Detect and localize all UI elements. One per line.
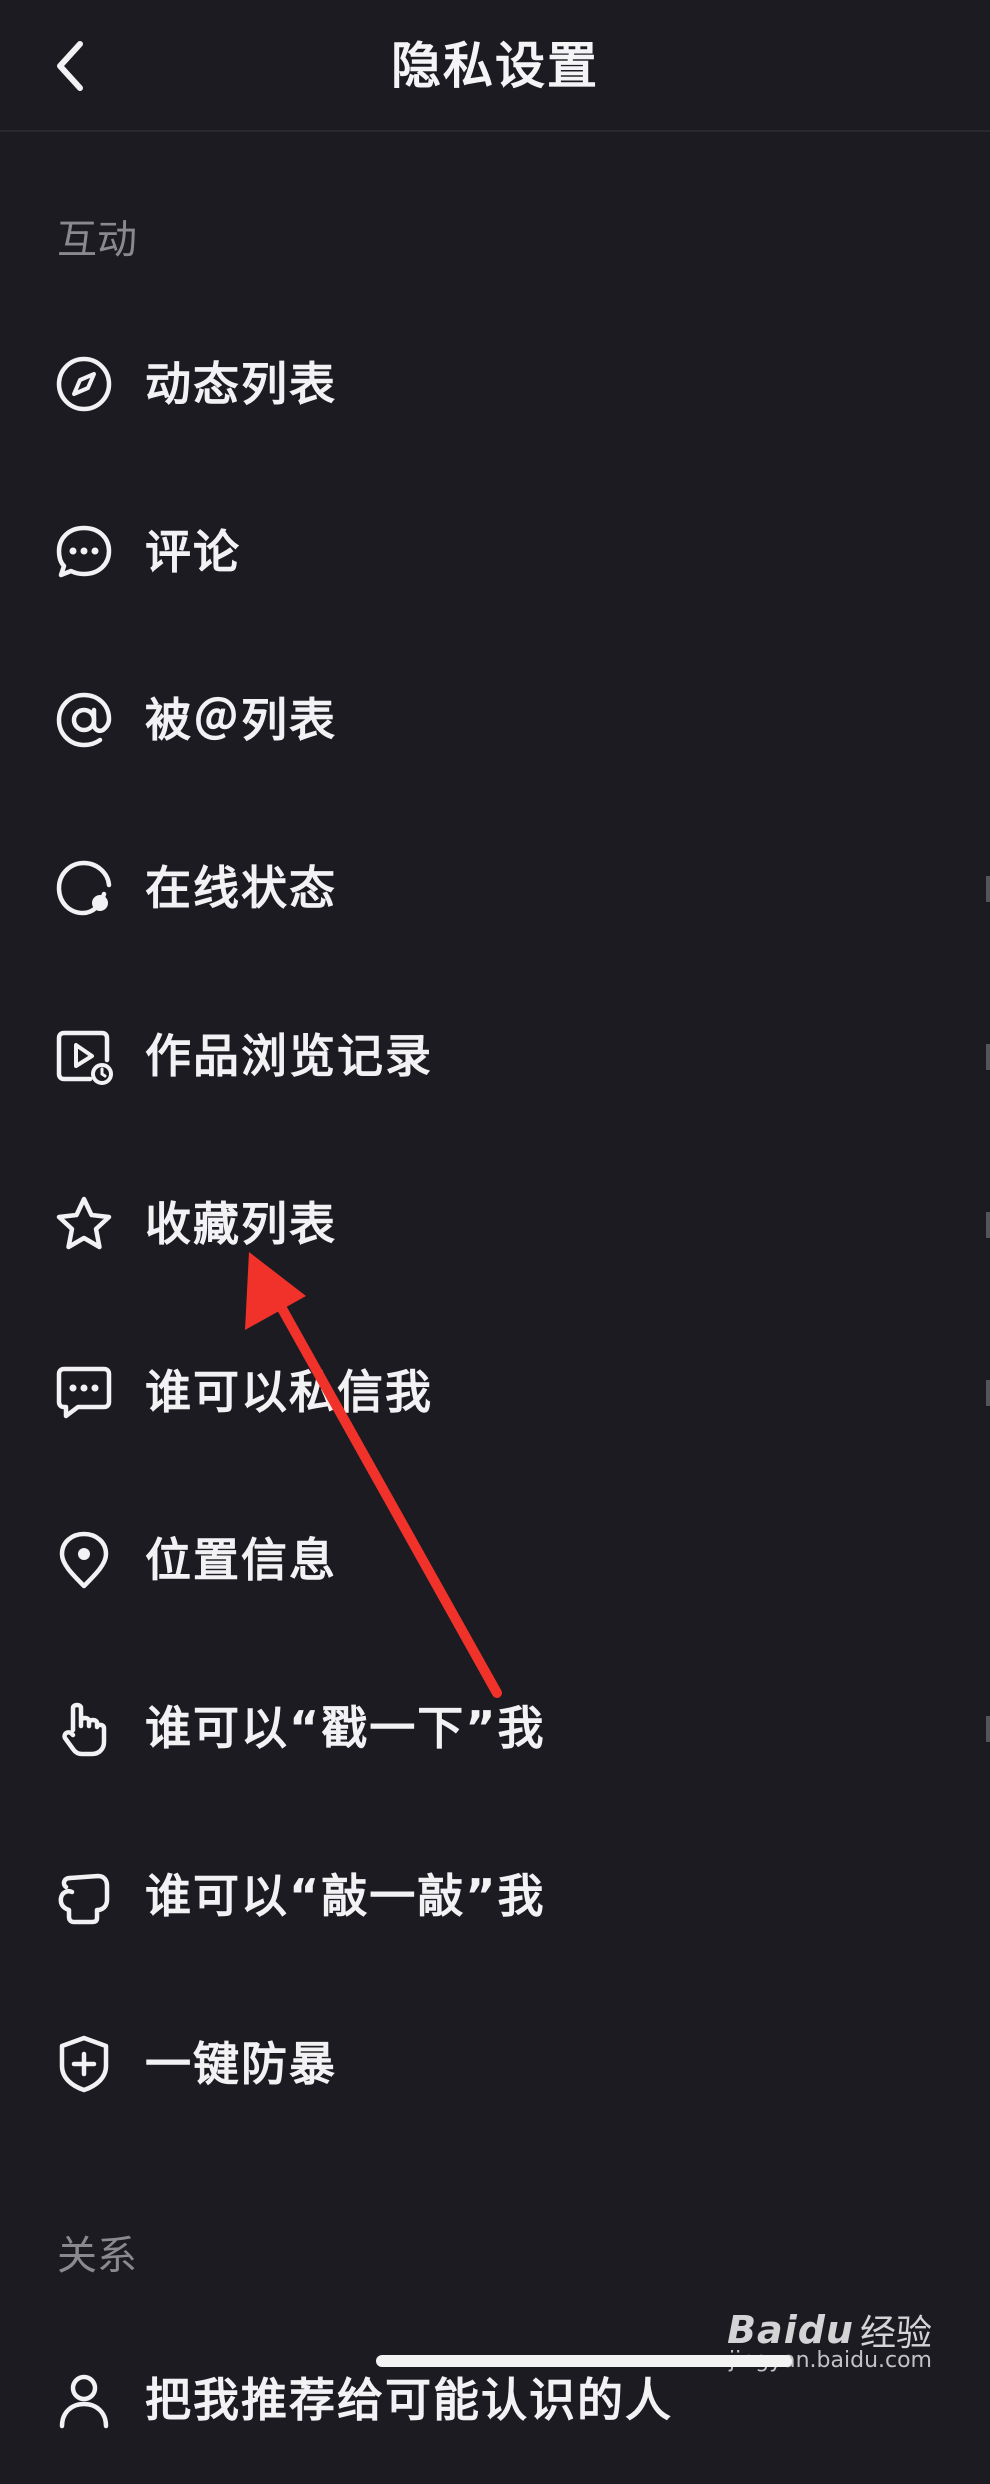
video-history-icon xyxy=(54,1026,114,1086)
compass-icon xyxy=(54,354,114,414)
setting-item-label: 谁可以“敲一敲”我 xyxy=(145,1869,546,1923)
setting-item-label: 位置信息 xyxy=(145,1533,337,1587)
setting-item-label: 谁可以“戳一下”我 xyxy=(145,1701,546,1755)
row-edge-indicator xyxy=(986,876,990,902)
section-title-relationships: 关系 xyxy=(57,2233,137,2279)
setting-item-view-history[interactable]: 作品浏览记录 xyxy=(0,972,990,1140)
setting-item-comments[interactable]: 评论 xyxy=(0,468,990,636)
setting-item-label: 被＠列表 xyxy=(145,693,337,747)
home-indicator[interactable] xyxy=(376,2355,792,2367)
chat-bubble-icon xyxy=(54,522,114,582)
row-edge-indicator xyxy=(986,1044,990,1070)
row-edge-indicator xyxy=(986,1212,990,1238)
setting-item-direct-message[interactable]: 谁可以私信我 xyxy=(0,1308,990,1476)
shield-plus-icon xyxy=(54,2034,114,2094)
setting-item-activity-list[interactable]: 动态列表 xyxy=(0,300,990,468)
setting-item-label: 一键防暴 xyxy=(145,2037,337,2091)
watermark-logo: Baidu xyxy=(727,2308,854,2352)
setting-item-label: 收藏列表 xyxy=(145,1197,337,1251)
setting-item-poke[interactable]: 谁可以“戳一下”我 xyxy=(0,1644,990,1812)
setting-item-label: 作品浏览记录 xyxy=(145,1029,433,1083)
row-edge-indicator xyxy=(986,1380,990,1406)
navigation-header: 隐私设置 xyxy=(0,0,990,132)
setting-item-label: 在线状态 xyxy=(145,861,337,915)
setting-item-anti-harassment[interactable]: 一键防暴 xyxy=(0,1980,990,2148)
star-icon xyxy=(54,1194,114,1254)
person-icon xyxy=(54,2370,114,2430)
location-pin-icon xyxy=(54,1530,114,1590)
setting-item-label: 把我推荐给可能认识的人 xyxy=(145,2373,673,2427)
setting-item-mention-list[interactable]: 被＠列表 xyxy=(0,636,990,804)
setting-item-favorites-list[interactable]: 收藏列表 xyxy=(0,1140,990,1308)
tap-hand-icon xyxy=(54,1698,114,1758)
setting-item-online-status[interactable]: 在线状态 xyxy=(0,804,990,972)
setting-item-label: 动态列表 xyxy=(145,357,337,411)
row-edge-indicator xyxy=(986,1716,990,1742)
setting-item-knock[interactable]: 谁可以“敲一敲”我 xyxy=(0,1812,990,1980)
message-icon xyxy=(54,1362,114,1422)
online-status-icon xyxy=(54,858,114,918)
setting-item-label: 评论 xyxy=(145,525,241,579)
at-sign-icon xyxy=(54,690,114,750)
knock-hand-icon xyxy=(54,1866,114,1926)
setting-item-location[interactable]: 位置信息 xyxy=(0,1476,990,1644)
setting-item-label: 谁可以私信我 xyxy=(145,1365,433,1419)
page-title: 隐私设置 xyxy=(391,37,599,95)
section-title-interaction: 互动 xyxy=(57,217,137,263)
